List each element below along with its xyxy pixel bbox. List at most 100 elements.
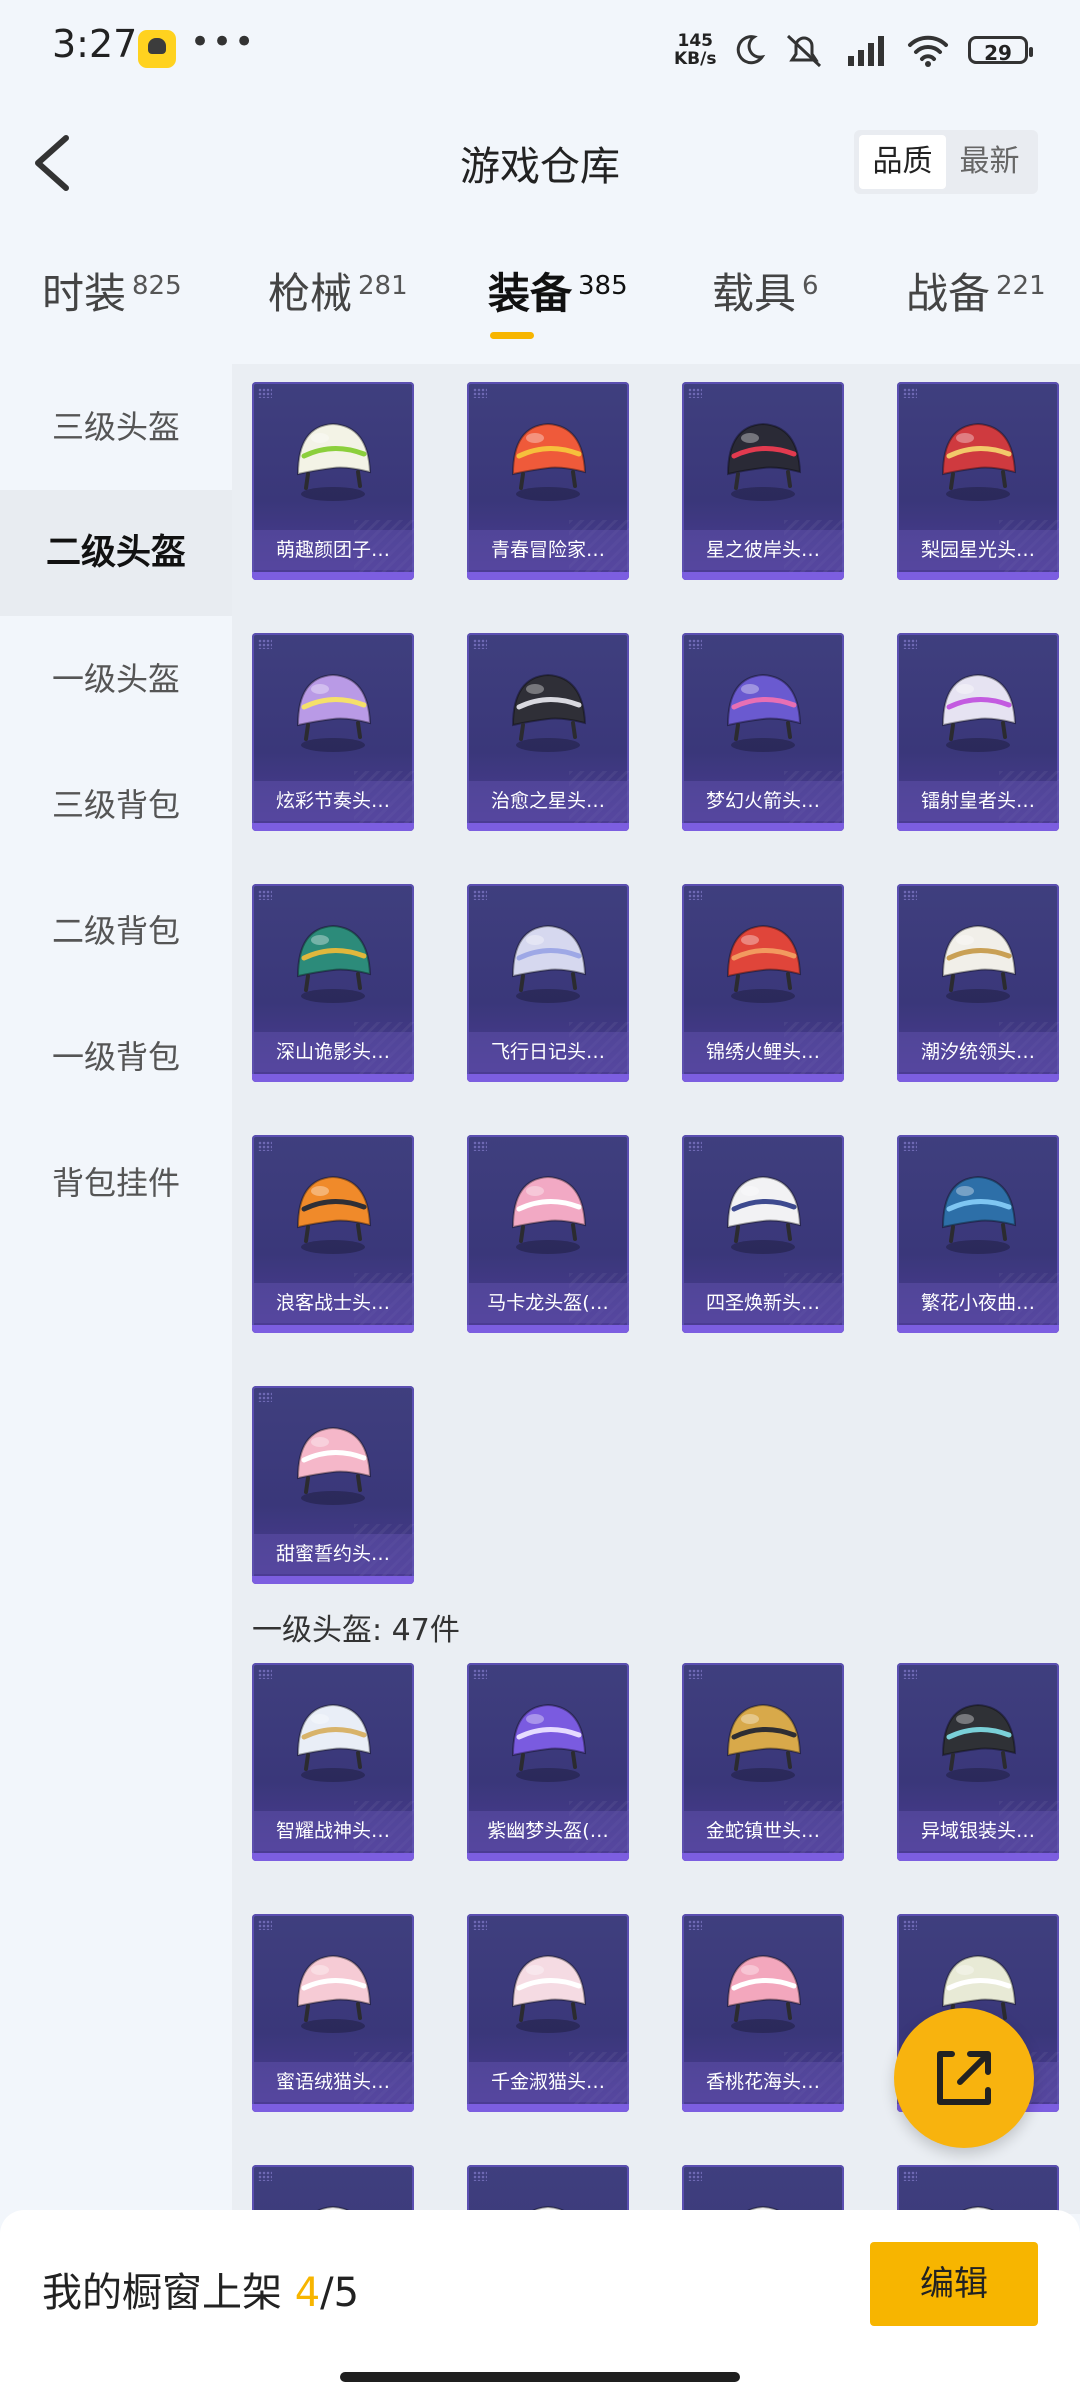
tab-fashion[interactable]: 时装 825 bbox=[42, 260, 182, 321]
helmet-item-card[interactable]: 四圣焕新头… bbox=[682, 1135, 844, 1333]
helmet-item-card[interactable]: 千金淑猫头… bbox=[467, 1914, 629, 2112]
sidebar-item-level2-backpack[interactable]: 二级背包 bbox=[0, 868, 232, 994]
helmet-item-card[interactable]: 繁花小夜曲… bbox=[897, 1135, 1059, 1333]
helmet-icon bbox=[726, 1703, 802, 1782]
showcase-total-count: /5 bbox=[320, 2270, 360, 2316]
helmet-item-card[interactable]: 梨园星光头… bbox=[897, 382, 1059, 580]
rarity-bar bbox=[897, 1325, 1059, 1333]
rarity-bar bbox=[252, 2104, 414, 2112]
item-name: 四圣焕新头… bbox=[682, 1283, 844, 1323]
helmet-item-card[interactable] bbox=[682, 2165, 844, 2214]
item-name: 星之彼岸头… bbox=[682, 530, 844, 570]
helmet-item-card[interactable]: 香桃花海头… bbox=[682, 1914, 844, 2112]
showcase-current-count: 4 bbox=[294, 2270, 321, 2316]
item-name: 智耀战神头… bbox=[252, 1811, 414, 1851]
sidebar-item-backpack-charm[interactable]: 背包挂件 bbox=[0, 1120, 232, 1246]
sidebar-item-level1-backpack[interactable]: 一级背包 bbox=[0, 994, 232, 1120]
helmet-item-card[interactable] bbox=[252, 2165, 414, 2214]
subcategory-sidebar: 三级头盔 二级头盔 一级头盔 三级背包 二级背包 一级背包 背包挂件 bbox=[0, 364, 232, 2214]
home-indicator[interactable] bbox=[340, 2372, 740, 2382]
helmet-item-card[interactable]: 蜜语绒猫头… bbox=[252, 1914, 414, 2112]
helmet-icon bbox=[941, 673, 1017, 752]
tab-count: 6 bbox=[802, 271, 819, 301]
helmet-item-card[interactable]: 青春冒险家… bbox=[467, 382, 629, 580]
item-name: 马卡龙头盔(… bbox=[467, 1283, 629, 1323]
helmet-item-card[interactable]: 紫幽梦头盔(… bbox=[467, 1663, 629, 1861]
helmet-item-card[interactable]: 马卡龙头盔(… bbox=[467, 1135, 629, 1333]
helmet-item-card[interactable]: 镭射皇者头… bbox=[897, 633, 1059, 831]
moon-icon bbox=[736, 35, 766, 65]
helmet-icon bbox=[296, 1954, 372, 2033]
helmet-icon bbox=[296, 1175, 372, 1254]
rarity-bar bbox=[467, 1074, 629, 1082]
rarity-bar bbox=[682, 823, 844, 831]
helmet-item-card[interactable]: 甜蜜誓约头… bbox=[252, 1386, 414, 1584]
tab-label: 时装 bbox=[42, 269, 127, 318]
app-notification-icon bbox=[138, 30, 176, 68]
item-name: 蜜语绒猫头… bbox=[252, 2062, 414, 2102]
showcase-bar: 我的橱窗上架 4/5 编辑 bbox=[0, 2210, 1080, 2400]
rarity-bar bbox=[467, 823, 629, 831]
item-name: 萌趣颜团子… bbox=[252, 530, 414, 570]
sidebar-item-level3-helmet[interactable]: 三级头盔 bbox=[0, 364, 232, 490]
sort-quality-button[interactable]: 品质 bbox=[859, 135, 946, 189]
item-name: 甜蜜誓约头… bbox=[252, 1534, 414, 1574]
helmet-item-card[interactable]: 飞行日记头… bbox=[467, 884, 629, 1082]
helmet-icon bbox=[726, 924, 802, 1003]
helmet-item-card[interactable]: 锦绣火鲤头… bbox=[682, 884, 844, 1082]
active-tab-indicator bbox=[490, 332, 534, 339]
status-icons: 29 bbox=[732, 28, 1033, 72]
helmet-item-card[interactable]: 智耀战神头… bbox=[252, 1663, 414, 1861]
helmet-item-card[interactable]: 金蛇镇世头… bbox=[682, 1663, 844, 1861]
helmet-item-card[interactable] bbox=[897, 2165, 1059, 2214]
helmet-icon bbox=[296, 673, 372, 752]
share-button[interactable] bbox=[894, 2008, 1034, 2148]
rarity-bar bbox=[682, 1325, 844, 1333]
item-name: 千金淑猫头… bbox=[467, 2062, 629, 2102]
network-speed-unit: KB/s bbox=[674, 49, 717, 69]
helmet-item-card[interactable]: 炫彩节奏头… bbox=[252, 633, 414, 831]
sidebar-item-level3-backpack[interactable]: 三级背包 bbox=[0, 742, 232, 868]
tab-supplies[interactable]: 战备 221 bbox=[906, 260, 1046, 321]
helmet-icon bbox=[726, 1954, 802, 2033]
rarity-bar bbox=[252, 572, 414, 580]
tab-guns[interactable]: 枪械 281 bbox=[268, 260, 408, 321]
helmet-item-card[interactable]: 治愈之星头… bbox=[467, 633, 629, 831]
status-time: 3:27 bbox=[52, 22, 138, 66]
helmet-item-card[interactable]: 萌趣颜团子… bbox=[252, 382, 414, 580]
helmet-icon bbox=[511, 1703, 587, 1782]
rarity-bar bbox=[897, 823, 1059, 831]
rarity-bar bbox=[682, 2104, 844, 2112]
item-name: 炫彩节奏头… bbox=[252, 781, 414, 821]
sidebar-item-level2-helmet[interactable]: 二级头盔 bbox=[0, 490, 232, 616]
helmet-item-card[interactable] bbox=[467, 2165, 629, 2214]
edit-button[interactable]: 编辑 bbox=[870, 2242, 1038, 2326]
tab-equipment[interactable]: 装备 385 bbox=[488, 260, 628, 321]
rarity-bar bbox=[467, 2104, 629, 2112]
helmet-icon bbox=[511, 673, 587, 752]
more-notifications-icon: ••• bbox=[190, 22, 257, 62]
tab-label: 载具 bbox=[712, 269, 797, 318]
tab-label: 装备 bbox=[488, 269, 573, 318]
helmet-item-card[interactable]: 星之彼岸头… bbox=[682, 382, 844, 580]
rarity-bar bbox=[467, 572, 629, 580]
tab-count: 825 bbox=[132, 271, 182, 301]
helmet-item-card[interactable]: 梦幻火箭头… bbox=[682, 633, 844, 831]
rarity-bar bbox=[252, 1853, 414, 1861]
item-grid[interactable]: 萌趣颜团子… 青春冒险家… 星之彼岸头… 梨园星光头… 炫彩节奏头… 治愈之星头… 梦幻火箭… bbox=[232, 364, 1080, 2214]
helmet-item-card[interactable]: 异域银装头… bbox=[897, 1663, 1059, 1861]
helmet-item-card[interactable]: 浪客战士头… bbox=[252, 1135, 414, 1333]
helmet-item-card[interactable]: 潮汐统领头… bbox=[897, 884, 1059, 1082]
rarity-bar bbox=[252, 823, 414, 831]
sidebar-item-level1-helmet[interactable]: 一级头盔 bbox=[0, 616, 232, 742]
helmet-item-card[interactable]: 深山诡影头… bbox=[252, 884, 414, 1082]
helmet-icon bbox=[726, 1175, 802, 1254]
helmet-icon bbox=[941, 1175, 1017, 1254]
sort-toggle: 品质 最新 bbox=[854, 130, 1038, 194]
tab-vehicles[interactable]: 载具 6 bbox=[712, 260, 819, 321]
item-name: 香桃花海头… bbox=[682, 2062, 844, 2102]
sort-newest-button[interactable]: 最新 bbox=[946, 135, 1033, 189]
rarity-bar bbox=[467, 1853, 629, 1861]
helmet-icon bbox=[511, 1954, 587, 2033]
rarity-bar bbox=[252, 1576, 414, 1584]
